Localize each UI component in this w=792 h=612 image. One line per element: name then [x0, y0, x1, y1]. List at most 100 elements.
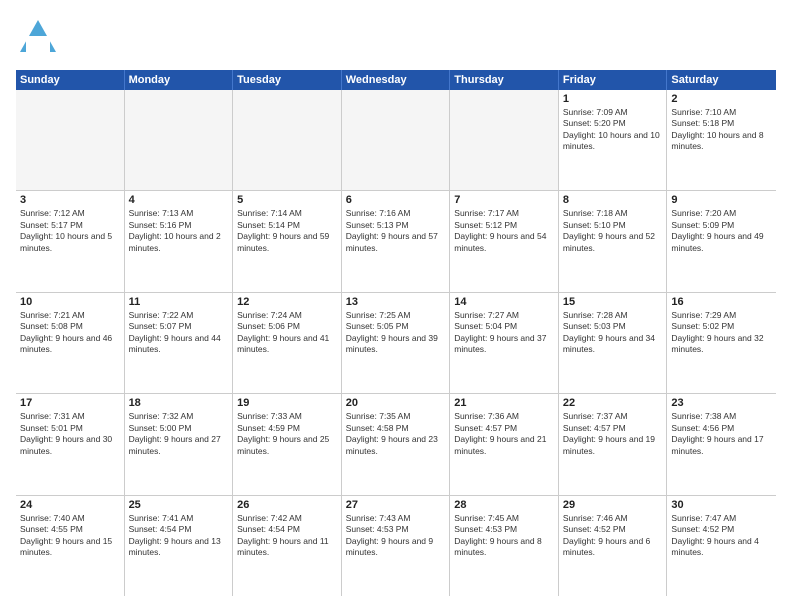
day-info: Sunrise: 7:29 AM Sunset: 5:02 PM Dayligh… [671, 310, 772, 356]
day-info: Sunrise: 7:16 AM Sunset: 5:13 PM Dayligh… [346, 208, 446, 254]
day-number: 22 [563, 397, 663, 409]
day-info: Sunrise: 7:37 AM Sunset: 4:57 PM Dayligh… [563, 411, 663, 457]
day-number: 27 [346, 499, 446, 511]
table-row: 1 Sunrise: 7:09 AM Sunset: 5:20 PM Daylig… [559, 90, 668, 190]
day-number: 3 [20, 194, 120, 206]
calendar: Sunday Monday Tuesday Wednesday Thursday… [16, 70, 776, 596]
day-info: Sunrise: 7:32 AM Sunset: 5:00 PM Dayligh… [129, 411, 229, 457]
table-row [125, 90, 234, 190]
table-row [233, 90, 342, 190]
table-row: 21Sunrise: 7:36 AM Sunset: 4:57 PM Dayli… [450, 394, 559, 494]
day-number: 5 [237, 194, 337, 206]
day-info: Sunrise: 7:17 AM Sunset: 5:12 PM Dayligh… [454, 208, 554, 254]
table-row: 9 Sunrise: 7:20 AM Sunset: 5:09 PM Daylig… [667, 191, 776, 291]
table-row: 24 Sunrise: 7:40 AM Sunset: 4:55 PM Dayli… [16, 496, 125, 596]
table-row: 8Sunrise: 7:18 AM Sunset: 5:10 PM Daylig… [559, 191, 668, 291]
day-number: 19 [237, 397, 337, 409]
table-row: 17Sunrise: 7:31 AM Sunset: 5:01 PM Dayli… [16, 394, 125, 494]
day-info: Sunrise: 7:20 AM Sunset: 5:09 PM Dayligh… [671, 208, 772, 254]
day-info: Sunrise: 7:41 AM Sunset: 4:54 PM Dayligh… [129, 513, 229, 559]
table-row: 12 Sunrise: 7:24 AM Sunset: 5:06 PM Dayli… [233, 293, 342, 393]
table-row: 11 Sunrise: 7:22 AM Sunset: 5:07 PM Dayli… [125, 293, 234, 393]
day-info: Sunrise: 7:28 AM Sunset: 5:03 PM Dayligh… [563, 310, 663, 356]
day-number: 13 [346, 296, 446, 308]
table-row: 29 Sunrise: 7:46 AM Sunset: 4:52 PM Dayli… [559, 496, 668, 596]
table-row [450, 90, 559, 190]
weekday-sunday: Sunday [16, 70, 125, 90]
day-number: 15 [563, 296, 663, 308]
day-number: 17 [20, 397, 120, 409]
day-number: 21 [454, 397, 554, 409]
table-row: 10Sunrise: 7:21 AM Sunset: 5:08 PM Dayli… [16, 293, 125, 393]
day-number: 28 [454, 499, 554, 511]
table-row: 23 Sunrise: 7:38 AM Sunset: 4:56 PM Dayli… [667, 394, 776, 494]
day-info: Sunrise: 7:10 AM Sunset: 5:18 PM Dayligh… [671, 107, 772, 153]
table-row: 16 Sunrise: 7:29 AM Sunset: 5:02 PM Dayli… [667, 293, 776, 393]
calendar-row: 3 Sunrise: 7:12 AM Sunset: 5:17 PM Daylig… [16, 191, 776, 292]
header [16, 16, 776, 60]
calendar-row: 24 Sunrise: 7:40 AM Sunset: 4:55 PM Dayli… [16, 496, 776, 596]
day-number: 24 [20, 499, 120, 511]
day-number: 29 [563, 499, 663, 511]
day-info: Sunrise: 7:21 AM Sunset: 5:08 PM Dayligh… [20, 310, 120, 356]
day-number: 11 [129, 296, 229, 308]
day-info: Sunrise: 7:47 AM Sunset: 4:52 PM Dayligh… [671, 513, 772, 559]
day-info: Sunrise: 7:46 AM Sunset: 4:52 PM Dayligh… [563, 513, 663, 559]
calendar-header: Sunday Monday Tuesday Wednesday Thursday… [16, 70, 776, 90]
weekday-tuesday: Tuesday [233, 70, 342, 90]
table-row: 22 Sunrise: 7:37 AM Sunset: 4:57 PM Dayli… [559, 394, 668, 494]
table-row: 19 Sunrise: 7:33 AM Sunset: 4:59 PM Dayli… [233, 394, 342, 494]
day-info: Sunrise: 7:33 AM Sunset: 4:59 PM Dayligh… [237, 411, 337, 457]
calendar-body: 1 Sunrise: 7:09 AM Sunset: 5:20 PM Daylig… [16, 90, 776, 596]
day-info: Sunrise: 7:18 AM Sunset: 5:10 PM Dayligh… [563, 208, 663, 254]
weekday-thursday: Thursday [450, 70, 559, 90]
weekday-friday: Friday [559, 70, 668, 90]
day-info: Sunrise: 7:40 AM Sunset: 4:55 PM Dayligh… [20, 513, 120, 559]
table-row: 5 Sunrise: 7:14 AM Sunset: 5:14 PM Daylig… [233, 191, 342, 291]
day-info: Sunrise: 7:45 AM Sunset: 4:53 PM Dayligh… [454, 513, 554, 559]
day-number: 1 [563, 93, 663, 105]
day-number: 25 [129, 499, 229, 511]
day-number: 18 [129, 397, 229, 409]
day-number: 16 [671, 296, 772, 308]
day-info: Sunrise: 7:43 AM Sunset: 4:53 PM Dayligh… [346, 513, 446, 559]
table-row: 25 Sunrise: 7:41 AM Sunset: 4:54 PM Dayli… [125, 496, 234, 596]
day-number: 20 [346, 397, 446, 409]
weekday-saturday: Saturday [667, 70, 776, 90]
day-number: 12 [237, 296, 337, 308]
table-row: 28 Sunrise: 7:45 AM Sunset: 4:53 PM Dayli… [450, 496, 559, 596]
table-row: 26Sunrise: 7:42 AM Sunset: 4:54 PM Dayli… [233, 496, 342, 596]
table-row: 27 Sunrise: 7:43 AM Sunset: 4:53 PM Dayli… [342, 496, 451, 596]
table-row: 20 Sunrise: 7:35 AM Sunset: 4:58 PM Dayli… [342, 394, 451, 494]
day-info: Sunrise: 7:12 AM Sunset: 5:17 PM Dayligh… [20, 208, 120, 254]
day-info: Sunrise: 7:13 AM Sunset: 5:16 PM Dayligh… [129, 208, 229, 254]
calendar-row: 10Sunrise: 7:21 AM Sunset: 5:08 PM Dayli… [16, 293, 776, 394]
day-number: 4 [129, 194, 229, 206]
weekday-monday: Monday [125, 70, 234, 90]
day-number: 9 [671, 194, 772, 206]
calendar-row: 1 Sunrise: 7:09 AM Sunset: 5:20 PM Daylig… [16, 90, 776, 191]
day-info: Sunrise: 7:27 AM Sunset: 5:04 PM Dayligh… [454, 310, 554, 356]
day-info: Sunrise: 7:25 AM Sunset: 5:05 PM Dayligh… [346, 310, 446, 356]
table-row [342, 90, 451, 190]
day-info: Sunrise: 7:22 AM Sunset: 5:07 PM Dayligh… [129, 310, 229, 356]
table-row: 3 Sunrise: 7:12 AM Sunset: 5:17 PM Daylig… [16, 191, 125, 291]
day-info: Sunrise: 7:14 AM Sunset: 5:14 PM Dayligh… [237, 208, 337, 254]
day-info: Sunrise: 7:09 AM Sunset: 5:20 PM Dayligh… [563, 107, 663, 153]
day-number: 7 [454, 194, 554, 206]
day-info: Sunrise: 7:38 AM Sunset: 4:56 PM Dayligh… [671, 411, 772, 457]
weekday-wednesday: Wednesday [342, 70, 451, 90]
table-row: 6Sunrise: 7:16 AM Sunset: 5:13 PM Daylig… [342, 191, 451, 291]
day-number: 23 [671, 397, 772, 409]
logo-icon [16, 16, 60, 60]
day-info: Sunrise: 7:35 AM Sunset: 4:58 PM Dayligh… [346, 411, 446, 457]
day-number: 26 [237, 499, 337, 511]
table-row: 14 Sunrise: 7:27 AM Sunset: 5:04 PM Dayli… [450, 293, 559, 393]
day-info: Sunrise: 7:24 AM Sunset: 5:06 PM Dayligh… [237, 310, 337, 356]
day-number: 30 [671, 499, 772, 511]
day-number: 14 [454, 296, 554, 308]
table-row: 30 Sunrise: 7:47 AM Sunset: 4:52 PM Dayli… [667, 496, 776, 596]
table-row [16, 90, 125, 190]
table-row: 4 Sunrise: 7:13 AM Sunset: 5:16 PM Daylig… [125, 191, 234, 291]
logo [16, 16, 64, 60]
